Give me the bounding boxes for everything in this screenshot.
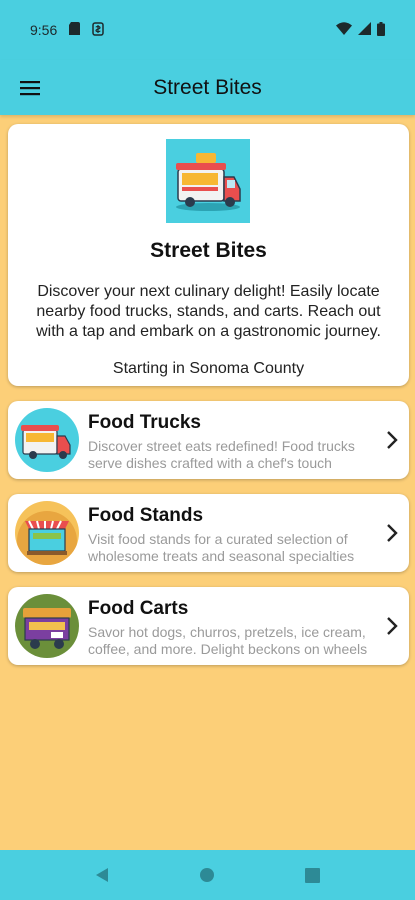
app-bar: Street Bites bbox=[0, 60, 415, 115]
food-truck-logo bbox=[166, 139, 250, 223]
recents-square-icon[interactable] bbox=[305, 867, 320, 883]
list-item-title: Food Stands bbox=[88, 505, 204, 526]
list-item-title: Food Trucks bbox=[88, 412, 201, 433]
hamburger-menu-icon bbox=[20, 80, 40, 95]
hero-title: Street Bites bbox=[150, 239, 267, 262]
list-item-title: Food Carts bbox=[88, 598, 189, 619]
home-circle-icon[interactable] bbox=[199, 867, 215, 883]
list-item-description: Discover street eats redefined! Food tru… bbox=[88, 438, 355, 471]
hero-description: Discover your next culinary delight! Eas… bbox=[36, 283, 381, 340]
chevron-right-icon bbox=[387, 524, 398, 542]
list-item-description: Visit food stands for a curated selectio… bbox=[88, 531, 355, 564]
list-item-food-trucks[interactable]: Food Trucks Discover street eats redefin… bbox=[8, 401, 409, 479]
menu-button[interactable] bbox=[2, 60, 58, 115]
back-triangle-icon[interactable] bbox=[95, 867, 109, 883]
status-bar: 9:56 bbox=[0, 0, 415, 60]
food-stand-avatar bbox=[15, 501, 79, 565]
list-item-food-carts[interactable]: Food Carts Savor hot dogs, churros, pret… bbox=[8, 587, 409, 665]
signal-icon bbox=[358, 22, 371, 38]
hero-location: Starting in Sonoma County bbox=[112, 360, 305, 377]
list-item-description: Savor hot dogs, churros, pretzels, ice c… bbox=[88, 624, 368, 657]
status-time: 9:56 bbox=[30, 22, 58, 38]
wifi-icon bbox=[336, 22, 352, 38]
food-truck-avatar bbox=[15, 408, 79, 472]
dollar-icon bbox=[92, 21, 104, 39]
sd-card-icon bbox=[69, 22, 81, 38]
app-title: Street Bites bbox=[153, 75, 262, 99]
battery-icon bbox=[377, 21, 385, 39]
food-cart-avatar bbox=[15, 594, 79, 658]
chevron-right-icon bbox=[387, 431, 398, 449]
hero-card: Street Bites Discover your next culinary… bbox=[8, 124, 409, 386]
system-navigation-bar bbox=[0, 850, 415, 900]
list-item-food-stands[interactable]: Food Stands Visit food stands for a cura… bbox=[8, 494, 409, 572]
chevron-right-icon bbox=[387, 617, 398, 635]
